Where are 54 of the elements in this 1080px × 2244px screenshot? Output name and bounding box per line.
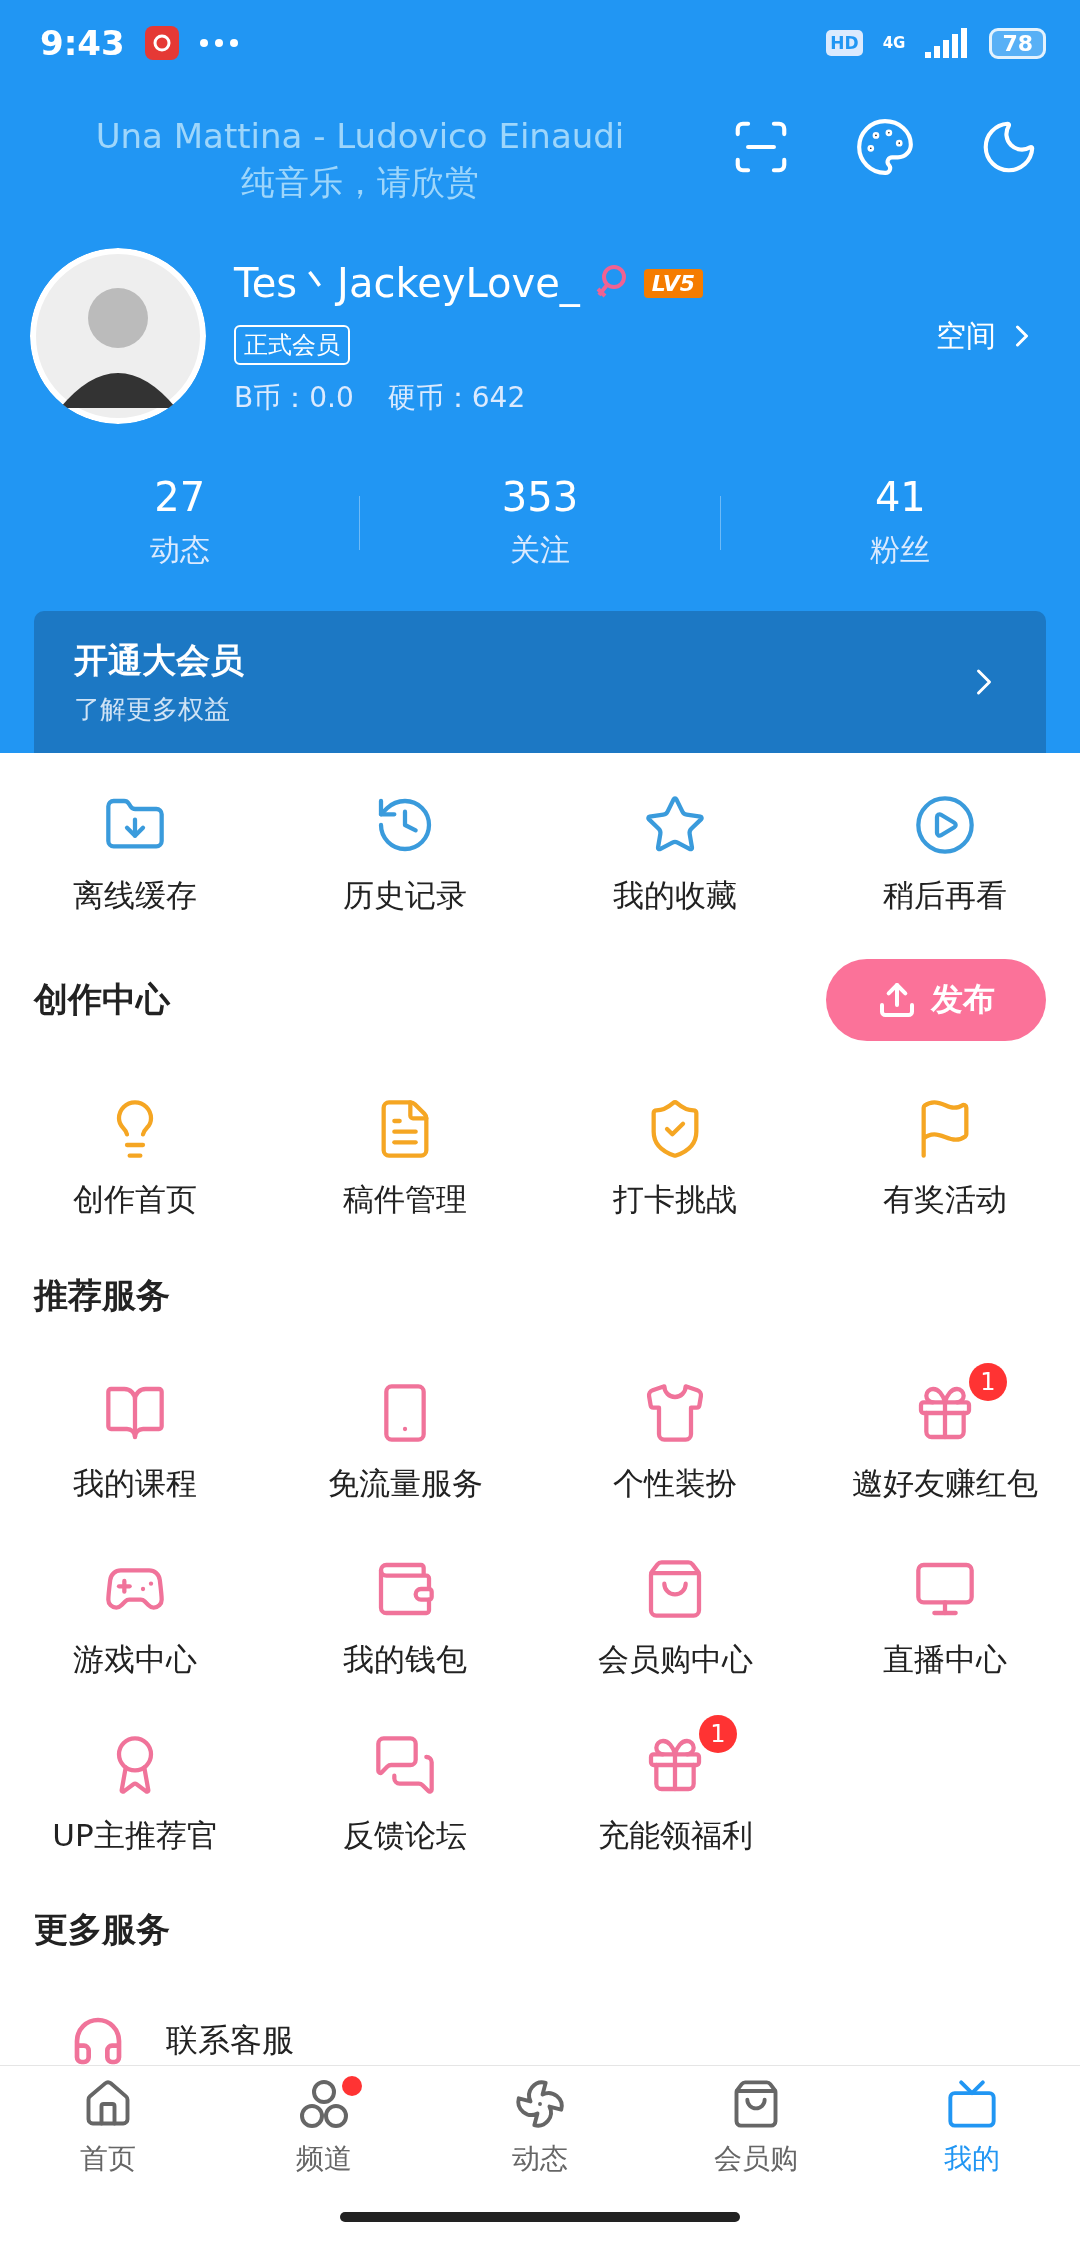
menu-item-label[interactable]: 历史记录 xyxy=(343,875,467,917)
hd-indicator: HD xyxy=(826,30,863,56)
vip-title: 开通大会员 xyxy=(74,638,245,682)
chat-icon xyxy=(373,1733,437,1797)
service-item[interactable]: 联系客服 xyxy=(166,2019,1046,2063)
menu-item-label[interactable]: 我的收藏 xyxy=(613,875,737,917)
nav-tab[interactable]: 会员购 xyxy=(648,2066,864,2178)
menu-item-label[interactable]: 直播中心 xyxy=(883,1639,1007,1681)
network-type: 4G xyxy=(882,34,906,52)
app-notification-icon xyxy=(144,26,179,60)
nav-tab[interactable]: 首页 xyxy=(0,2066,216,2178)
section-title: 创作中心 xyxy=(34,978,170,1021)
tv-icon xyxy=(946,2078,998,2130)
menu-item-label[interactable]: 游戏中心 xyxy=(73,1639,197,1681)
menu-item-label[interactable]: UP主推荐官 xyxy=(52,1815,218,1857)
menu-item-label[interactable]: 有奖活动 xyxy=(883,1179,1007,1221)
circles-icon xyxy=(298,2078,350,2130)
level-badge: LV5 xyxy=(643,268,704,298)
palette-icon[interactable] xyxy=(854,116,916,178)
coin-balance: 硬币：642 xyxy=(387,379,526,416)
fan-icon xyxy=(514,2078,566,2130)
menu-item-label[interactable]: 打卡挑战 xyxy=(613,1179,737,1221)
battery-indicator: 78 xyxy=(989,27,1046,59)
floating-lyrics-line: 纯音乐，请欣赏 xyxy=(241,161,479,204)
avatar[interactable] xyxy=(30,248,206,424)
username: Tes丶JackeyLove_ xyxy=(234,258,580,309)
play-circle-icon xyxy=(913,793,977,857)
menu-item-label[interactable]: 离线缓存 xyxy=(73,875,197,917)
more-icon xyxy=(198,38,239,48)
status-time: 9:43 xyxy=(40,23,125,63)
nav-tab[interactable]: 频道 xyxy=(216,2066,432,2178)
b-coin-balance: B币：0.0 xyxy=(234,379,354,416)
menu-item-label[interactable]: 我的课程 xyxy=(73,1463,197,1505)
menu-item-label[interactable]: 免流量服务 xyxy=(327,1463,483,1505)
member-badge: 正式会员 xyxy=(234,324,350,365)
upload-icon xyxy=(877,980,917,1020)
menu-item-label[interactable]: 邀好友赚红包 xyxy=(852,1463,1038,1505)
menu-item-label[interactable]: 稿件管理 xyxy=(343,1179,467,1221)
signal-icon xyxy=(925,28,970,58)
section-title: 推荐服务 xyxy=(34,1274,170,1317)
menu-item-label[interactable]: 充能领福利 xyxy=(597,1815,753,1857)
section-title: 更多服务 xyxy=(34,1908,170,1951)
menu-item-label[interactable]: 个性装扮 xyxy=(613,1463,737,1505)
menu-item-label[interactable]: 创作首页 xyxy=(73,1179,197,1221)
menu-item-label[interactable]: 稍后再看 xyxy=(883,875,1007,917)
menu-item-label[interactable]: 反馈论坛 xyxy=(343,1815,467,1857)
count-badge: 1 xyxy=(699,1715,737,1753)
floating-lyrics-title: Una Mattina - Ludovico Einaudi xyxy=(95,116,625,156)
vip-subtitle: 了解更多权益 xyxy=(74,692,231,726)
nav-tab[interactable]: 动态 xyxy=(432,2066,648,2178)
count-badge: 1 xyxy=(969,1363,1007,1401)
menu-item-label[interactable]: 我的钱包 xyxy=(343,1639,467,1681)
vip-card[interactable]: 开通大会员 了解更多权益 xyxy=(34,611,1046,753)
menu-item-label[interactable]: 会员购中心 xyxy=(597,1639,753,1681)
